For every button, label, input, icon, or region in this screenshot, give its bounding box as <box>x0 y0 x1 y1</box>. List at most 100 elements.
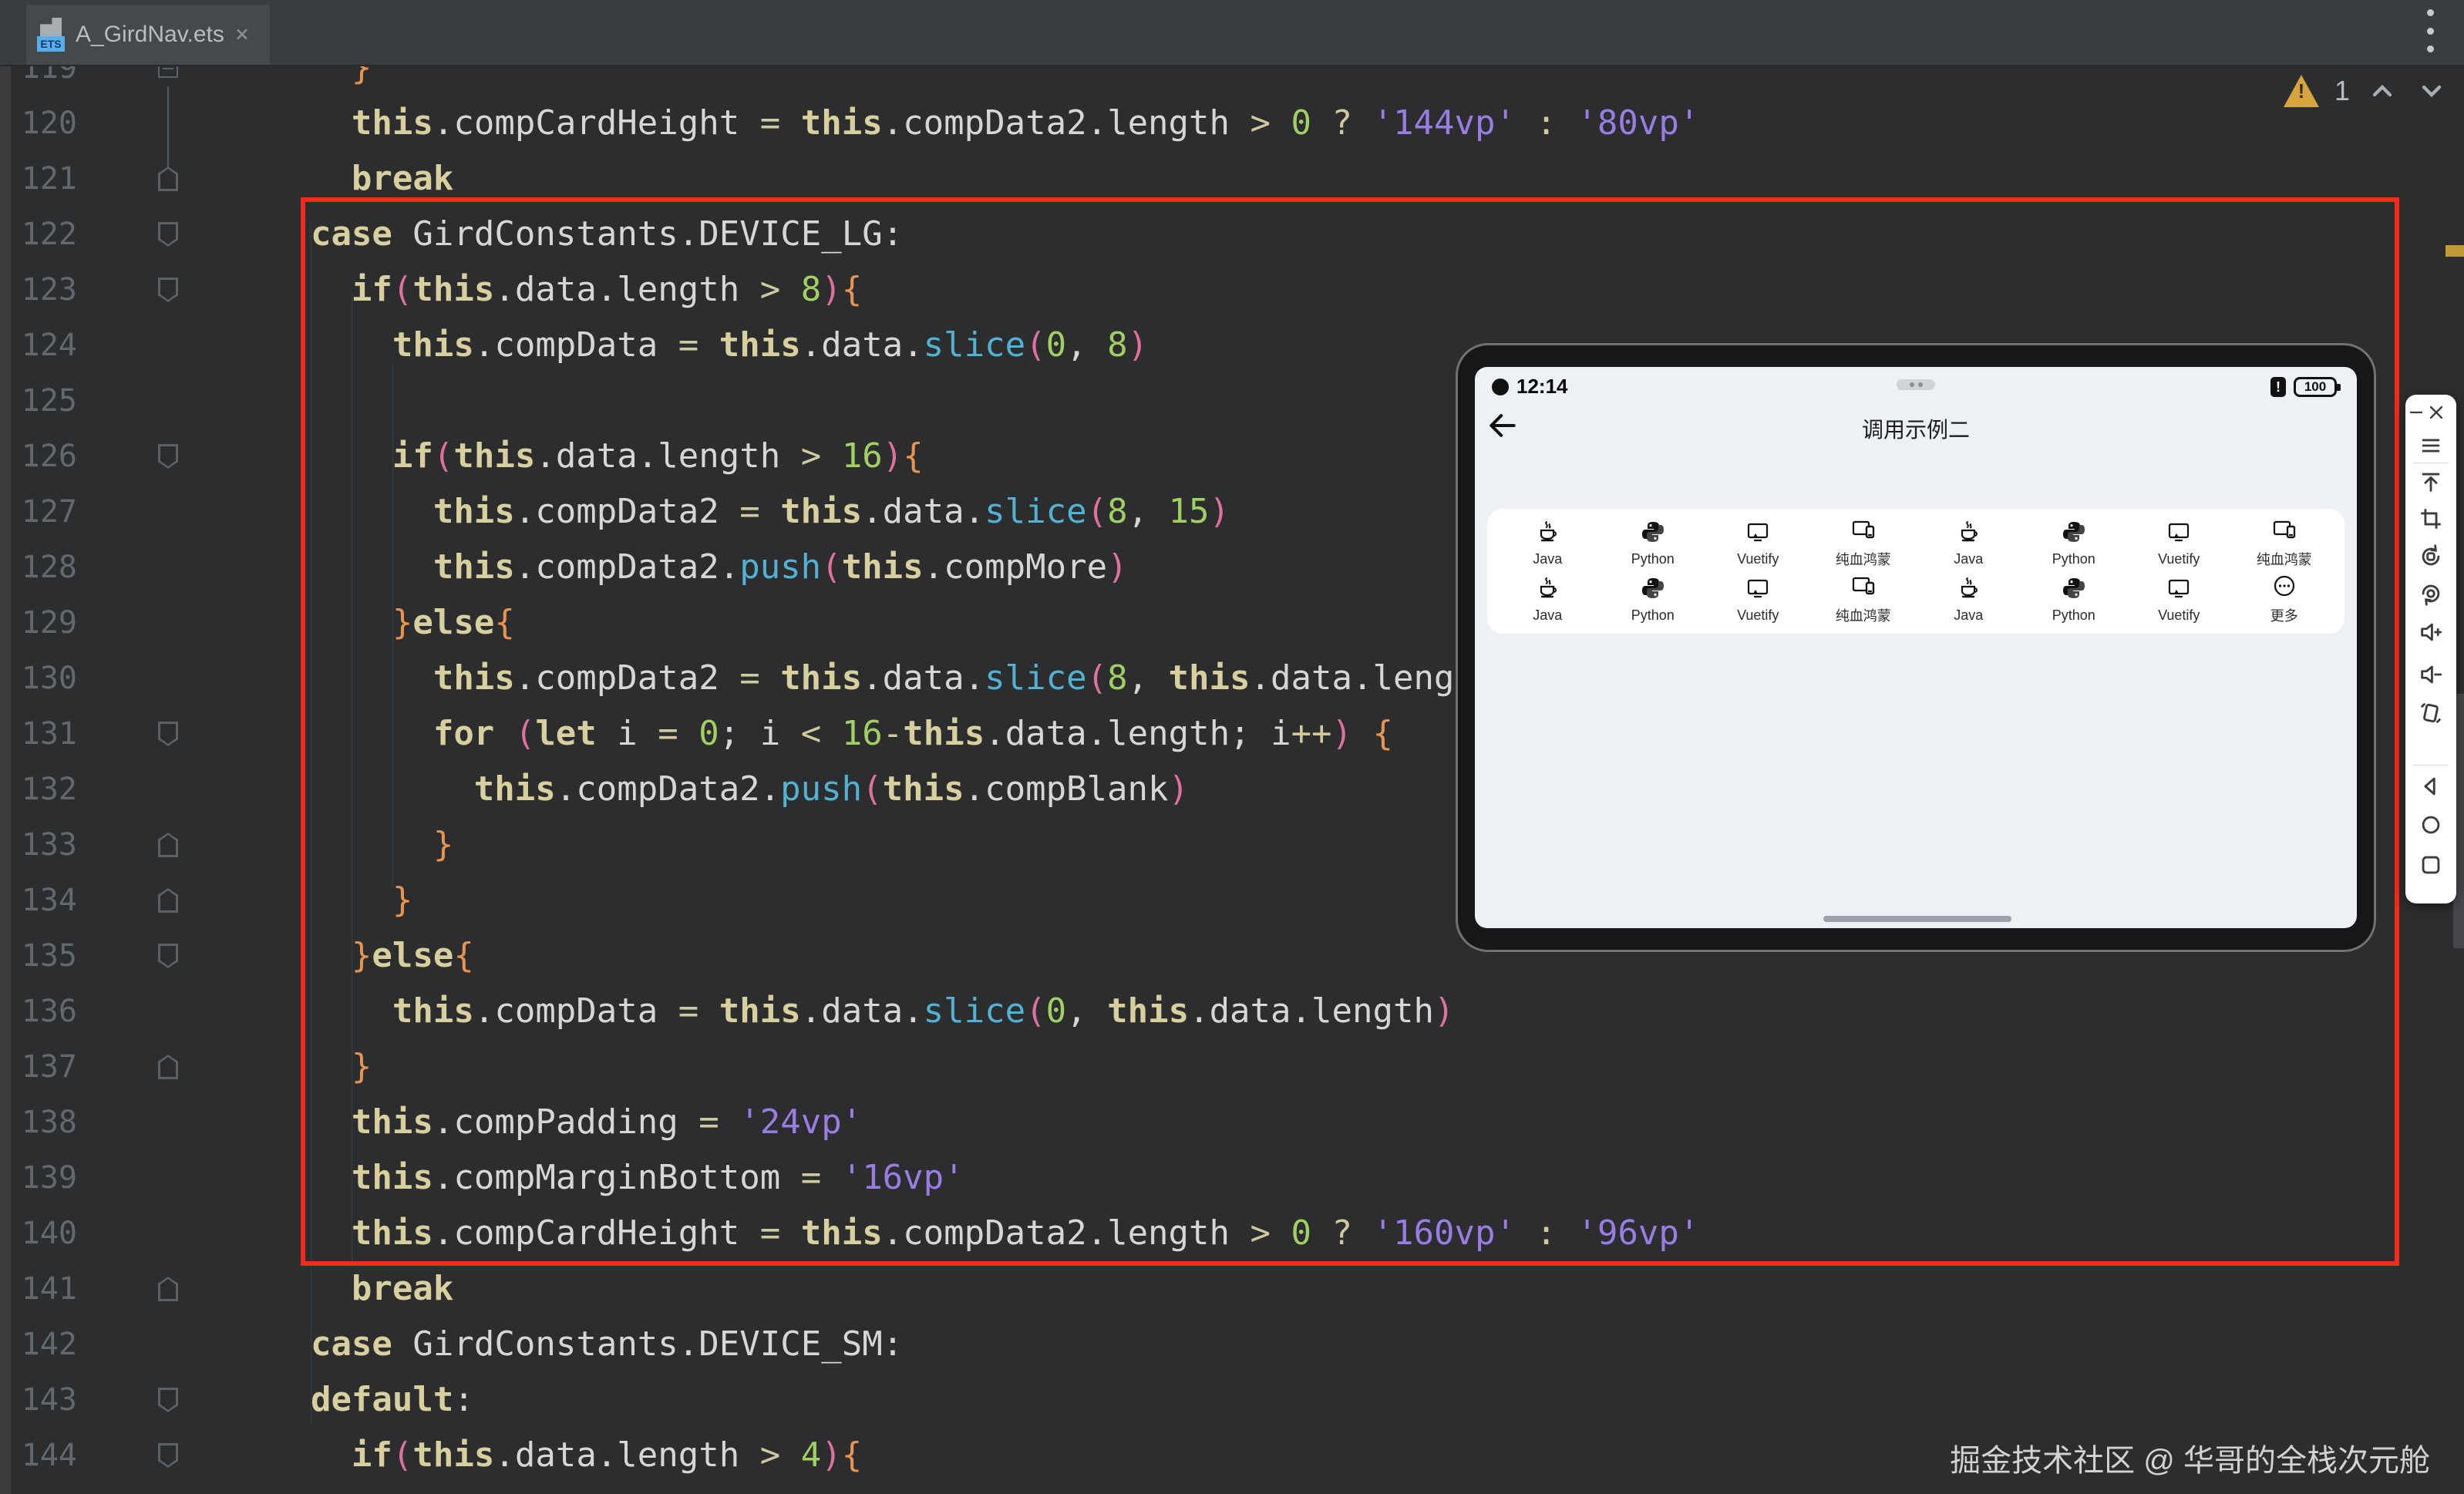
vuetify-icon <box>1745 520 1770 548</box>
line-number: 135 <box>11 928 77 984</box>
more-options-icon[interactable] <box>2424 9 2436 52</box>
camera-dot-icon <box>1492 379 1509 395</box>
fold-marker-down[interactable] <box>158 444 178 469</box>
fold-marker-down[interactable] <box>158 278 178 302</box>
volume-down-icon[interactable] <box>2415 659 2446 690</box>
app-item-harmony[interactable]: 纯血鸿蒙 <box>1811 515 1917 571</box>
code-text: this.compPadding = '24vp' <box>270 1095 862 1150</box>
rotate-cw-icon[interactable] <box>2415 578 2446 609</box>
nav-back-icon[interactable] <box>2415 771 2446 802</box>
app-item-java[interactable]: Java <box>1916 571 2021 628</box>
app-item-harmony[interactable]: 纯血鸿蒙 <box>2232 515 2338 571</box>
line-number: 134 <box>11 873 77 928</box>
line-number: 129 <box>11 595 77 651</box>
fold-marker-up[interactable] <box>158 888 178 913</box>
app-item-vuetify[interactable]: Vuetify <box>2126 515 2232 571</box>
code-text: }else{ <box>270 595 515 651</box>
charge-icon: ! <box>2270 377 2286 397</box>
fold-marker-up[interactable] <box>158 1055 178 1079</box>
tab-title: A_GirdNav.ets <box>76 22 224 48</box>
app-item-more[interactable]: 更多 <box>2232 571 2338 628</box>
harmony-icon <box>2272 517 2297 546</box>
app-item-label: Java <box>1954 551 1983 567</box>
chevron-up-icon[interactable] <box>2365 76 2399 106</box>
fold-marker-up[interactable] <box>158 1277 178 1301</box>
app-item-vuetify[interactable]: Vuetify <box>2126 571 2232 628</box>
app-item-label: Python <box>2052 607 2095 624</box>
app-item-python[interactable]: Python <box>1601 571 1706 628</box>
scrollbar-warning-mark[interactable] <box>2445 245 2464 257</box>
shake-icon[interactable] <box>2415 698 2446 728</box>
line-number: 130 <box>11 651 77 706</box>
code-line: 120this.compCardHeight = this.compData2.… <box>0 96 2464 151</box>
line-number: 124 <box>11 318 77 373</box>
fold-marker-down[interactable] <box>158 1388 178 1412</box>
code-text: this.compCardHeight = this.compData2.len… <box>270 96 1699 151</box>
nav-recents-icon[interactable] <box>2415 850 2446 880</box>
battery-icon: 100 <box>2294 377 2337 397</box>
app-item-label: Vuetify <box>2158 607 2200 624</box>
app-item-label: 纯血鸿蒙 <box>1836 605 1891 625</box>
code-text: this.compMarginBottom = '16vp' <box>270 1150 964 1206</box>
line-number: 140 <box>11 1206 77 1261</box>
fold-marker-down[interactable] <box>158 222 178 247</box>
line-number: 122 <box>11 207 77 262</box>
app-item-vuetify[interactable]: Vuetify <box>1705 571 1811 628</box>
code-text: } <box>270 1039 372 1095</box>
line-number: 138 <box>11 1095 77 1150</box>
crop-icon[interactable] <box>2415 503 2446 534</box>
app-item-label: Python <box>2052 551 2095 567</box>
minimize-icon[interactable] <box>2405 397 2427 428</box>
code-line: 122 case GirdConstants.DEVICE_LG: <box>0 207 2464 262</box>
line-number: 144 <box>11 1428 77 1483</box>
nav-home-icon[interactable] <box>2415 809 2446 840</box>
app-item-python[interactable]: Python <box>2021 571 2127 628</box>
code-text: } <box>270 817 453 873</box>
app-item-java[interactable]: Java <box>1916 515 2021 571</box>
close-icon[interactable] <box>2425 397 2447 428</box>
menu-icon[interactable] <box>2415 430 2446 461</box>
tab-a-girdnav[interactable]: ETS A_GirdNav.ets × <box>26 5 270 65</box>
fold-marker-up[interactable] <box>158 833 178 857</box>
code-line: 121break <box>0 151 2464 207</box>
harmony-icon <box>1851 574 1876 602</box>
app-item-label: Python <box>1631 607 1675 624</box>
code-text: for (let i = 0; i < 16-this.data.length;… <box>270 706 1393 762</box>
java-icon <box>1535 520 1560 548</box>
fold-marker-up[interactable] <box>158 167 178 191</box>
status-bar: 12:14 ! 100 <box>1475 375 2357 402</box>
line-number: 142 <box>11 1317 77 1372</box>
close-icon[interactable]: × <box>235 23 249 46</box>
code-line: 142case GirdConstants.DEVICE_SM: <box>0 1317 2464 1372</box>
line-number: 123 <box>11 262 77 318</box>
rotate-ccw-icon[interactable] <box>2415 541 2446 572</box>
fold-marker-down[interactable] <box>158 722 178 746</box>
tab-bar: ETS A_GirdNav.ets × <box>0 0 2464 66</box>
line-number: 137 <box>11 1039 77 1095</box>
volume-up-icon[interactable] <box>2415 617 2446 648</box>
scroll-top-icon[interactable] <box>2415 466 2446 497</box>
warning-icon <box>2284 75 2319 107</box>
vuetify-icon <box>2166 576 2191 604</box>
app-item-label: Python <box>1631 551 1675 567</box>
app-item-python[interactable]: Python <box>2021 515 2127 571</box>
app-title-bar: 调用示例二 <box>1475 409 2357 442</box>
chevron-down-icon[interactable] <box>2415 76 2449 106</box>
app-item-vuetify[interactable]: Vuetify <box>1705 515 1811 571</box>
line-number: 141 <box>11 1261 77 1317</box>
app-item-java[interactable]: Java <box>1495 571 1601 628</box>
inspections-widget[interactable]: 1 <box>2284 69 2464 113</box>
gesture-handle-bar[interactable] <box>1823 916 2011 922</box>
app-item-harmony[interactable]: 纯血鸿蒙 <box>1811 571 1917 628</box>
fold-marker-down[interactable] <box>158 1443 178 1468</box>
code-text: case GirdConstants.DEVICE_LG: <box>270 207 903 262</box>
fold-marker-down[interactable] <box>158 944 178 968</box>
line-number: 133 <box>11 817 77 873</box>
app-item-java[interactable]: Java <box>1495 515 1601 571</box>
app-item-label: 纯血鸿蒙 <box>2257 549 2312 569</box>
line-number: 132 <box>11 762 77 817</box>
line-number: 136 <box>11 984 77 1039</box>
code-text: this.compData2.push(this.compBlank) <box>270 762 1189 817</box>
app-item-python[interactable]: Python <box>1601 515 1706 571</box>
line-number: 125 <box>11 373 77 429</box>
